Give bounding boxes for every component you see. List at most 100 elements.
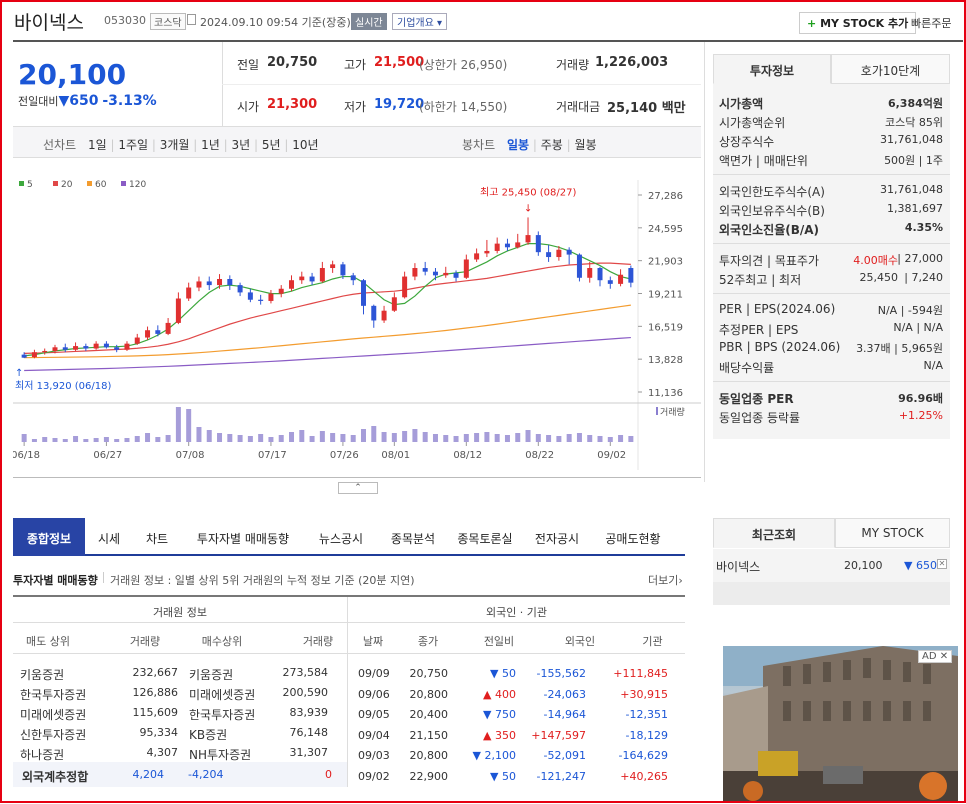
volume-bar [474, 433, 480, 442]
separator: | [219, 138, 232, 152]
broker-cell[interactable]: 미래에셋증권 [20, 706, 86, 723]
bottom-tab[interactable]: 시세 [85, 518, 133, 556]
candle-body [103, 343, 109, 348]
broker-cell[interactable]: 하나증권 [20, 746, 64, 763]
volume-bar [319, 431, 325, 442]
broker-cell[interactable]: 키움증권 [20, 666, 64, 683]
tab-invest-info[interactable]: 투자정보 [713, 54, 831, 84]
info-value: 4.35% [904, 221, 943, 234]
lower-limit: (하한가 14,550) [419, 100, 508, 114]
daily-cell: 20,750 [409, 667, 449, 680]
collapse-chart-button[interactable]: ⌃ [338, 482, 378, 494]
broker-cell[interactable]: 미래에셋증권 [189, 686, 255, 703]
fast-order-button[interactable]: 빠른주문 [911, 15, 951, 31]
volume-bar [484, 432, 490, 442]
down-arrow-icon: ▼ [904, 559, 913, 572]
candle-body [319, 268, 325, 282]
info-label: 외국인소진율(B/A) [719, 223, 820, 237]
candle-body [494, 243, 500, 251]
period-button[interactable]: 3년 [232, 138, 251, 152]
close-icon[interactable]: ✕ [940, 651, 948, 662]
candle-body [21, 354, 27, 358]
candle-body [402, 276, 408, 298]
bottom-tab[interactable]: 종합정보 [13, 518, 85, 556]
ad-label: AD [922, 651, 937, 662]
info-label[interactable]: 동일업종 등락률 [719, 409, 800, 426]
price-chart[interactable]: 27,286 24,595 21,903 19,211 16,519 13,828 11,1… [13, 170, 701, 470]
volume-bar [289, 432, 295, 442]
candle [73, 342, 79, 351]
info-label[interactable]: 시가총액순위 [719, 114, 785, 131]
bottom-tab[interactable]: 종목분석 [377, 518, 449, 556]
volume-bar [278, 435, 284, 442]
period-button[interactable]: 1주일 [118, 138, 148, 152]
candle [422, 261, 428, 276]
tab-orderbook[interactable]: 호가10단계 [831, 54, 950, 84]
broker-cell[interactable]: 한국투자증권 [189, 706, 255, 723]
low-value: 19,720 [374, 97, 425, 112]
period-button[interactable]: 1년 [201, 138, 220, 152]
candle-period-button[interactable]: 월봉 [575, 138, 597, 152]
divider [13, 477, 701, 478]
volume-bar [576, 433, 582, 442]
candle-body [350, 275, 356, 281]
more-link[interactable]: 더보기› [648, 572, 683, 588]
candle-body [474, 253, 480, 260]
bottom-tab[interactable]: 투자자별 매매동향 [181, 518, 305, 556]
volume-bar [83, 439, 89, 442]
down-arrow-icon: ↓ [524, 203, 532, 214]
broker-cell[interactable]: NH투자증권 [189, 746, 251, 763]
period-button[interactable]: 3개월 [160, 138, 190, 152]
daily-cell: 20,400 [409, 708, 449, 721]
broker-cell[interactable]: 신한투자증권 [20, 726, 86, 743]
recent-stock-name[interactable]: 바이넥스 [716, 558, 760, 575]
company-info-label: 기업개요 [397, 18, 434, 29]
volume-bar [432, 434, 438, 442]
broker-cell[interactable]: 한국투자증권 [20, 686, 86, 703]
volume-bar [587, 435, 593, 442]
ad-image[interactable] [723, 646, 958, 801]
candle-body [381, 310, 387, 321]
info-label[interactable]: 동일업종 PER [719, 390, 794, 407]
info-value: N/A | -594원 [877, 304, 943, 317]
bottom-tab[interactable]: 차트 [133, 518, 181, 556]
candle [463, 254, 469, 279]
candle [576, 253, 582, 282]
legend-swatch [87, 181, 92, 186]
candle-body [422, 268, 428, 272]
period-button[interactable]: 1일 [88, 138, 107, 152]
volume-bar [309, 436, 315, 442]
high-label: 고가 [344, 58, 367, 72]
broker-cell[interactable]: KB증권 [189, 726, 227, 743]
tab-mystock[interactable]: MY STOCK [835, 518, 950, 548]
bottom-tab[interactable]: 공매도현황 [593, 518, 673, 556]
daily-cell: -121,247 [536, 769, 586, 783]
change-percent: -3.13% [102, 93, 157, 109]
company-info-dropdown[interactable]: 기업개요 ▾ [392, 13, 448, 30]
change-value: 650 [69, 93, 99, 109]
candle-body [31, 352, 37, 358]
realtime-badge[interactable]: 실시간 [351, 13, 387, 30]
info-value: | 27,000 [897, 252, 943, 265]
remove-recent-icon[interactable]: ✕ [937, 559, 947, 569]
legend-swatch [121, 181, 126, 186]
bottom-tab[interactable]: 전자공시 [521, 518, 593, 556]
candle [474, 248, 480, 262]
volume-bar [391, 433, 397, 442]
candle-period-button[interactable]: 주봉 [541, 138, 563, 152]
add-mystock-button[interactable]: + MY STOCK 추가 [799, 12, 917, 34]
bottom-tab[interactable]: 뉴스공시 [305, 518, 377, 556]
bottom-tab[interactable]: 종목토론실 [449, 518, 521, 556]
divider [713, 381, 950, 382]
period-button[interactable]: 10년 [292, 138, 318, 152]
candle-period-button[interactable]: 일봉 [507, 138, 529, 152]
volume-bar [145, 433, 151, 442]
daily-cell: ▼ 50 [490, 667, 516, 680]
foreign-sum-cell: 외국계추정합 [22, 770, 89, 784]
candle-body [432, 271, 438, 276]
period-button[interactable]: 5년 [262, 138, 281, 152]
divider [713, 293, 950, 294]
tab-recent[interactable]: 최근조회 [713, 518, 835, 548]
broker-cell[interactable]: 키움증권 [189, 666, 233, 683]
candle [62, 343, 68, 353]
